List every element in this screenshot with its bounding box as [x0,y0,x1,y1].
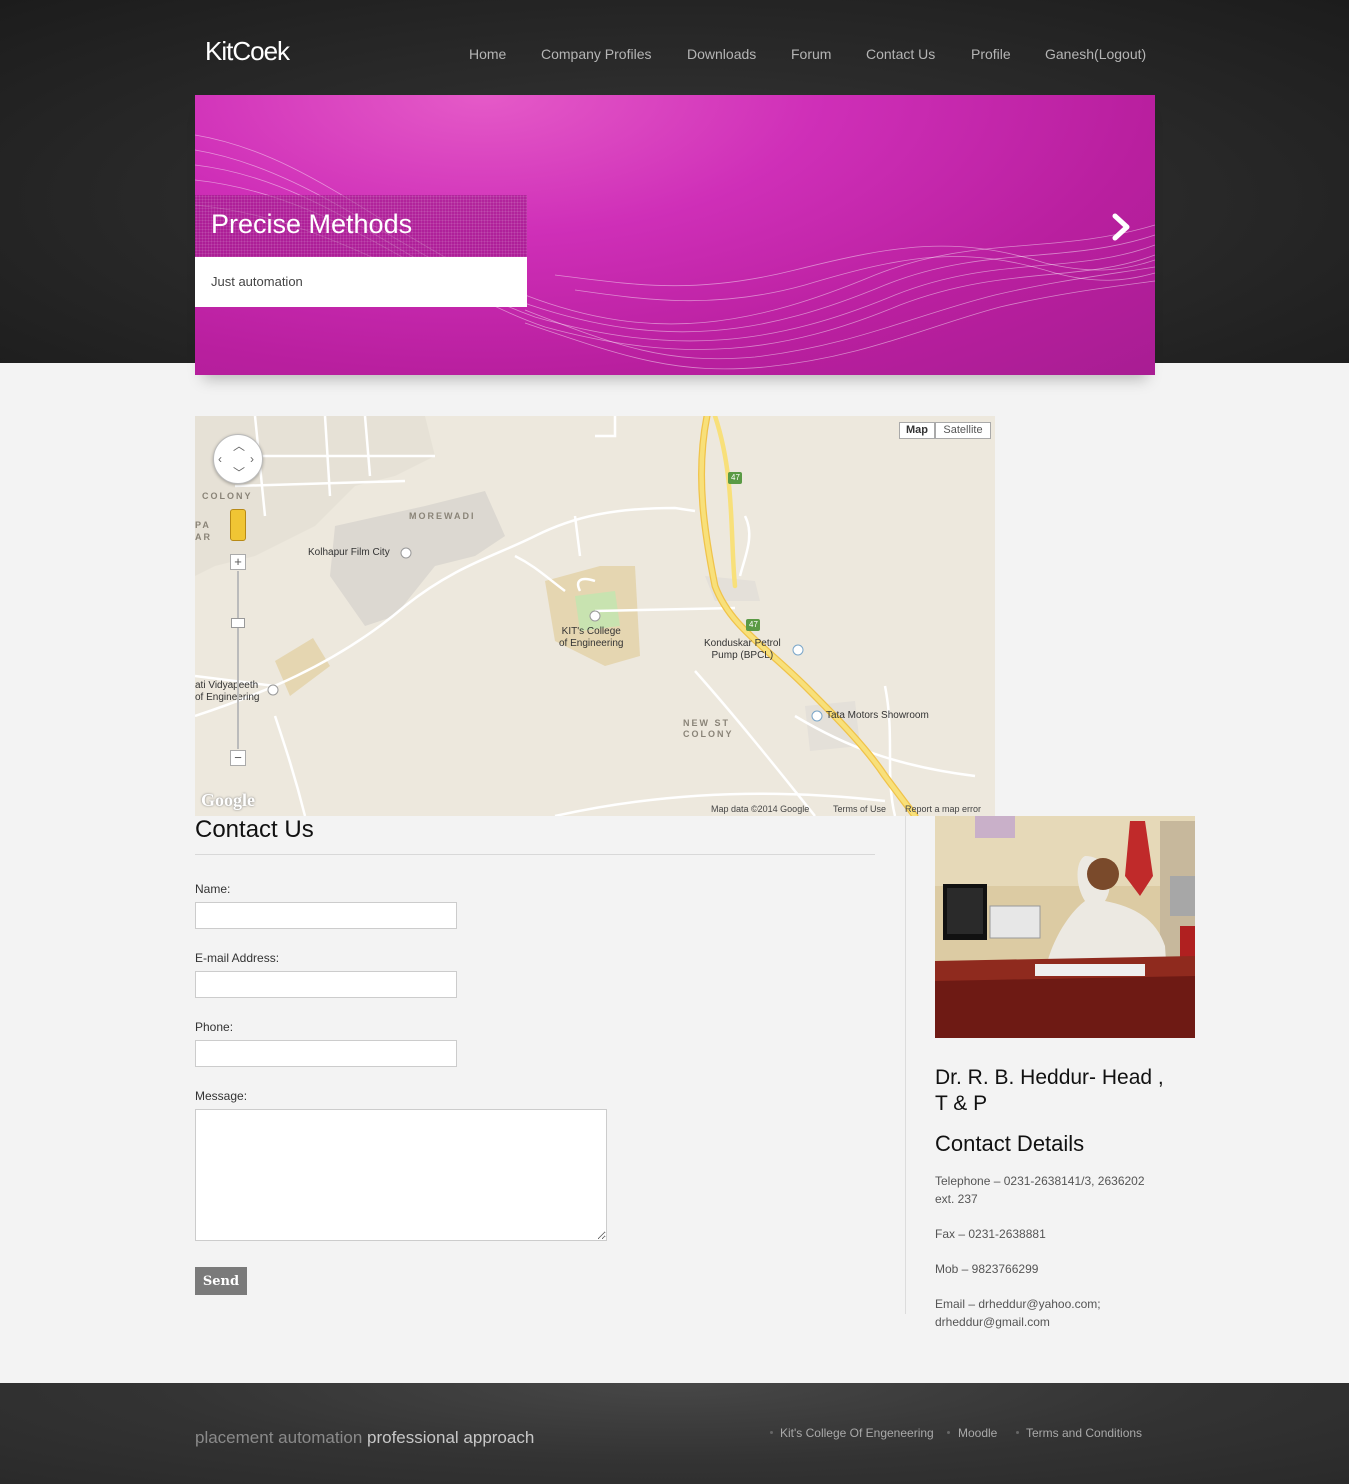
street-view-pegman-icon[interactable] [230,509,246,541]
map-type-satellite-button[interactable]: Satellite [935,422,991,439]
map-terms-link[interactable]: Terms of Use [833,804,886,814]
profile-photo [935,816,1195,1038]
map-type-map-button[interactable]: Map [899,422,935,439]
nav-forum[interactable]: Forum [791,46,831,62]
column-divider [905,816,906,1314]
footer-bullet [1016,1431,1019,1434]
map-area-ar: AR [195,532,212,542]
hero-slider: Precise Methods Just automation [195,95,1155,375]
location-map[interactable]: 47 47 COLONY PA AR MOREWADI NEW ST COLON… [195,416,995,816]
footer-link-moodle[interactable]: Moodle [958,1426,997,1440]
tagline-part-2: professional approach [367,1428,535,1447]
map-poi-tata-motors[interactable]: Tata Motors Showroom [826,710,929,721]
name-label: Name: [195,882,231,896]
nav-home[interactable]: Home [469,46,506,62]
contact-title: Contact Us [195,816,314,843]
map-area-colony: COLONY [202,491,253,501]
map-area-pa: PA [195,520,211,530]
email-label: E-mail Address: [195,951,280,965]
map-poi-petrol-pump[interactable]: Konduskar Petrol Pump (BPCL) [704,638,781,662]
google-logo[interactable]: Google [201,790,255,811]
email-detail: Email – drheddur@yahoo.com; drheddur@gma… [935,1297,1101,1329]
nav-company-profiles[interactable]: Company Profiles [541,46,652,62]
send-button[interactable]: Send [195,1267,247,1295]
pan-up-icon[interactable]: ︿ [233,437,245,454]
name-field[interactable] [195,902,457,929]
footer-bullet [947,1431,950,1434]
phone-label: Phone: [195,1020,234,1034]
email-field[interactable] [195,971,457,998]
contact-details-title: Contact Details [935,1131,1085,1156]
footer-tagline: placement automation professional approa… [195,1428,534,1448]
pan-down-icon[interactable]: ﹀ [233,464,245,481]
footer-link-terms[interactable]: Terms and Conditions [1026,1426,1142,1440]
zoom-slider-thumb[interactable] [231,618,245,628]
zoom-out-button[interactable]: − [230,750,246,766]
phone-field[interactable] [195,1040,457,1067]
pan-left-icon[interactable]: ‹ [218,452,222,466]
slide-subtitle: Just automation [211,274,303,289]
map-tiles [195,416,976,816]
slide-caption-title: Precise Methods [195,195,527,257]
pan-right-icon[interactable]: › [250,452,254,466]
contact-divider [195,854,875,855]
pan-control[interactable]: ︿ ‹ › ﹀ [213,434,263,484]
nav-logout[interactable]: Ganesh(Logout) [1045,46,1146,62]
message-field[interactable] [195,1109,607,1241]
person-name: Dr. R. B. Heddur- Head , T & P [935,1066,1164,1115]
photo-illustration [935,816,1195,1038]
telephone-detail: Telephone – 0231-2638141/3, 2636202 ext.… [935,1174,1145,1206]
message-label: Message: [195,1089,248,1103]
map-area-morewadi: MOREWADI [409,511,476,521]
highway-shield-label: 47 [731,473,740,482]
map-report-error-link[interactable]: Report a map error [905,804,981,814]
footer-link-college[interactable]: Kit's College Of Engeneering [780,1426,934,1440]
map-attribution: Map data ©2014 Google [711,804,810,814]
mobile-detail: Mob – 9823766299 [935,1262,1039,1276]
tagline-part-1: placement automation [195,1428,363,1447]
nav-downloads[interactable]: Downloads [687,46,756,62]
map-area-new-st-colony: NEW ST COLONY [683,718,734,739]
map-poi-film-city[interactable]: Kolhapur Film City [308,547,390,558]
map-poi-vidyapeeth[interactable]: ati Vidyapeeth of Engineering [195,680,260,704]
chevron-right-icon[interactable] [1110,212,1134,242]
site-footer: placement automation professional approa… [0,1383,1349,1484]
footer-bullet [770,1431,773,1434]
highway-shield-label-2: 47 [749,620,758,629]
nav-profile[interactable]: Profile [971,46,1011,62]
site-header: KitCoek Home Company Profiles Downloads … [0,0,1349,375]
zoom-in-button[interactable]: + [230,554,246,570]
slide-caption-body: Just automation [195,257,527,307]
nav-contact-us[interactable]: Contact Us [866,46,935,62]
zoom-slider-track[interactable] [237,571,239,749]
fax-detail: Fax – 0231-2638881 [935,1227,1046,1241]
map-poi-college[interactable]: KIT's College of Engineering [559,626,624,650]
slide-title: Precise Methods [211,209,413,239]
main-nav: Home Company Profiles Downloads Forum Co… [0,46,1349,66]
